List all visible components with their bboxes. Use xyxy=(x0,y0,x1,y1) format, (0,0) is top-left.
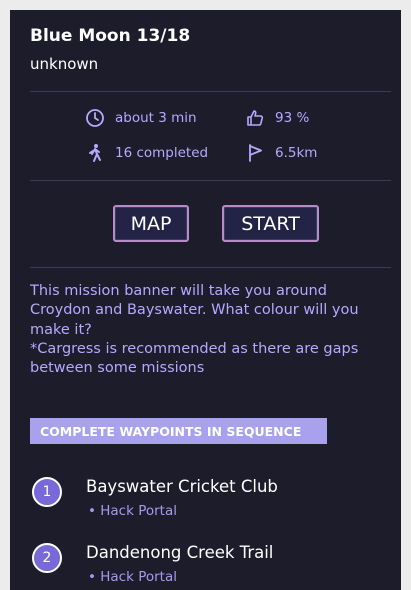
waypoint-type: • Hack Portal xyxy=(88,503,177,519)
map-button[interactable]: MAP xyxy=(113,205,189,242)
walker-icon xyxy=(89,144,101,162)
stat-distance-label: 6.5km xyxy=(275,145,318,161)
mission-description: This mission banner will take you around… xyxy=(30,282,390,378)
stat-distance: 6.5km xyxy=(245,143,317,163)
waypoint-type: • Hack Portal xyxy=(88,569,177,585)
description-note: *Cargress is recommended as there are ga… xyxy=(30,340,359,377)
description-text: This mission banner will take you around… xyxy=(30,283,359,338)
mission-title: Blue Moon 13/18 xyxy=(30,26,191,46)
start-button[interactable]: START xyxy=(222,205,319,242)
divider xyxy=(30,267,391,268)
stat-time: about 3 min xyxy=(85,108,197,128)
stat-completed-label: 16 completed xyxy=(115,145,209,161)
mission-card: Blue Moon 13/18 unknown about 3 min 93 %… xyxy=(10,10,401,590)
sequence-banner: COMPLETE WAYPOINTS IN SEQUENCE xyxy=(30,418,327,444)
clock-icon xyxy=(86,109,104,127)
flag-icon xyxy=(249,144,262,162)
mission-author: unknown xyxy=(30,55,99,73)
stat-rating-label: 93 % xyxy=(275,110,310,126)
divider xyxy=(30,91,391,92)
stat-rating: 93 % xyxy=(245,108,309,128)
divider xyxy=(30,180,391,181)
waypoint-number: 1 xyxy=(32,477,62,507)
stat-time-label: about 3 min xyxy=(115,110,197,126)
stat-completed: 16 completed xyxy=(85,143,208,163)
waypoint-name: Bayswater Cricket Club xyxy=(86,477,278,496)
waypoint-name: Dandenong Creek Trail xyxy=(86,543,274,562)
waypoint-number: 2 xyxy=(32,543,62,573)
thumbs-up-icon xyxy=(247,110,264,126)
